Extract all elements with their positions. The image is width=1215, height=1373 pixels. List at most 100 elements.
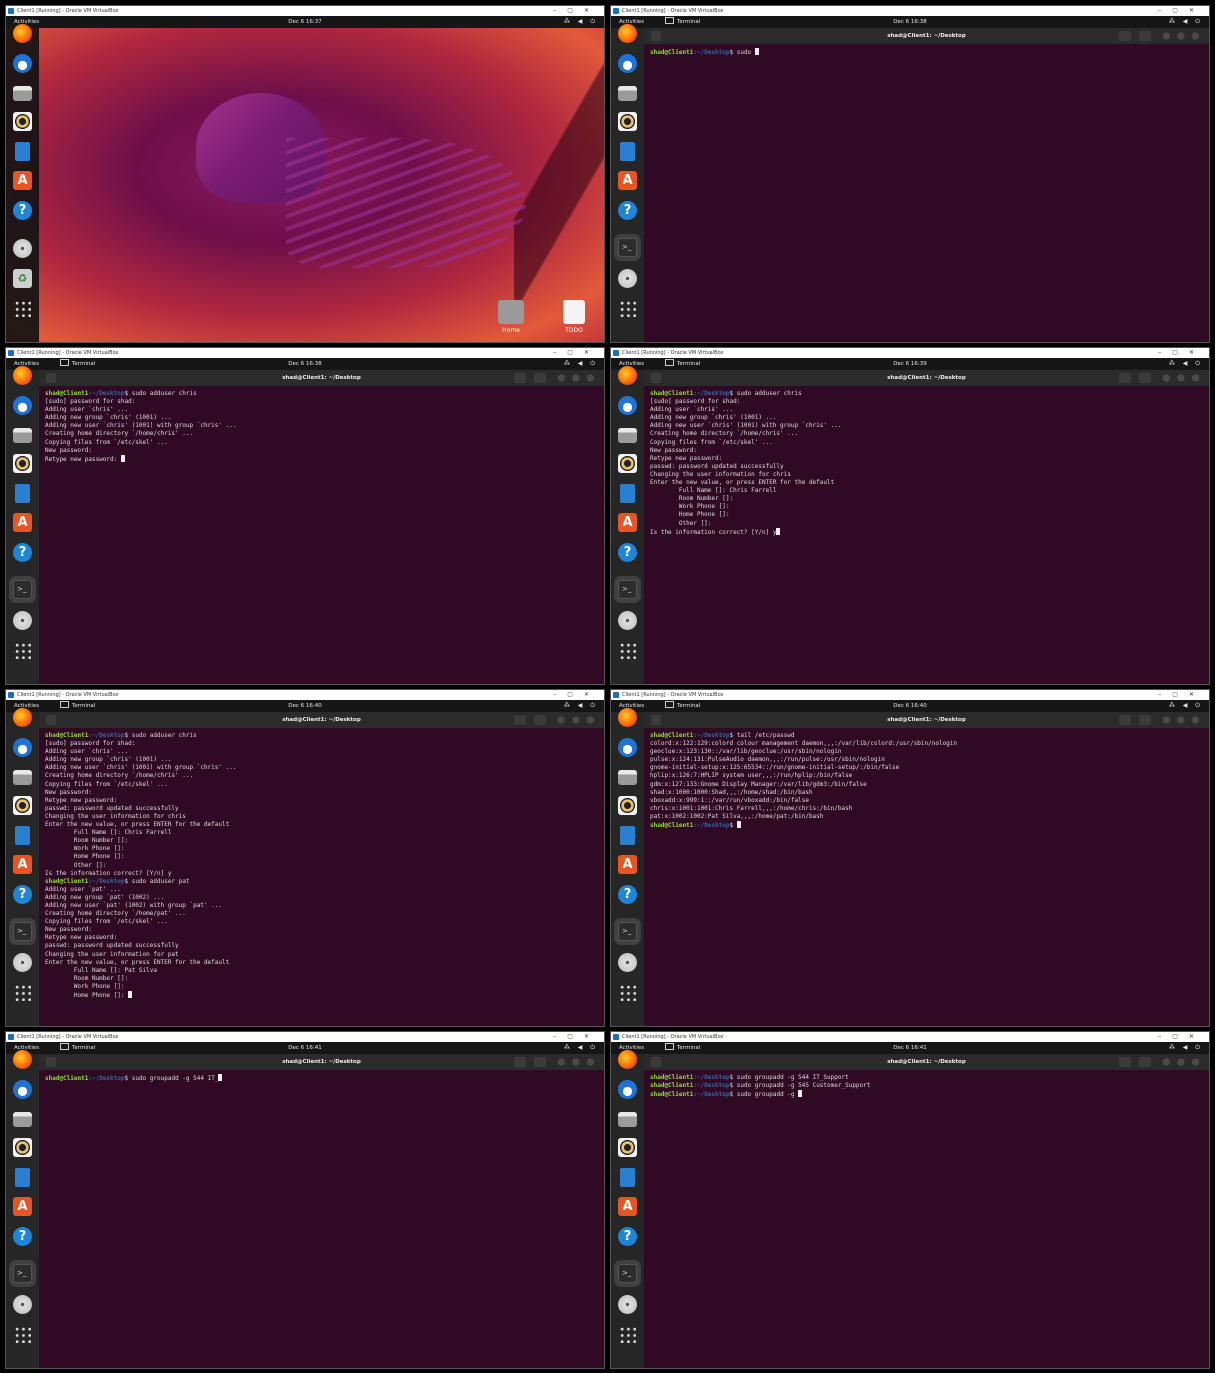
writer-icon[interactable] [15,1168,30,1187]
terminal-window-controls[interactable] [554,374,598,382]
thunderbird-icon[interactable] [13,738,32,757]
window-controls[interactable]: –▢✕ [553,1032,600,1042]
firefox-icon[interactable] [13,366,32,385]
app-grid-icon[interactable] [619,1326,636,1343]
terminal-window-controls[interactable] [554,716,598,724]
window-controls[interactable]: –▢✕ [1158,1032,1205,1042]
rhythmbox-icon[interactable] [13,1138,32,1157]
help-icon[interactable]: ? [618,201,637,220]
system-tray[interactable]: ⁂ ◀ ⏻ [1169,358,1203,370]
files-icon[interactable] [13,428,32,443]
app-center-icon[interactable]: A [13,171,32,190]
terminal-output[interactable]: shad@Client1:~/Desktop$ sudo groupadd -g… [39,1070,604,1087]
app-center-icon[interactable]: A [618,1197,637,1216]
files-icon[interactable] [13,86,32,101]
disc-icon[interactable] [13,1295,32,1314]
app-center-icon[interactable]: A [618,171,637,190]
menu-button[interactable] [534,715,546,725]
files-icon[interactable] [618,86,637,101]
system-tray[interactable]: ⁂ ◀ ⏻ [564,16,598,28]
thunderbird-icon[interactable] [13,1080,32,1099]
files-icon[interactable] [618,1112,637,1127]
system-tray[interactable]: ⁂ ◀ ⏻ [1169,700,1203,712]
terminal-window[interactable]: shad@Client1: ~/Desktop shad@Client1:~/De… [39,370,604,684]
clock[interactable]: Dec 6 16:40 [611,700,1209,712]
firefox-icon[interactable] [13,708,32,727]
clock[interactable]: Dec 6 16:38 [611,16,1209,28]
thunderbird-icon[interactable] [618,1080,637,1099]
terminal-icon[interactable]: >_ [618,1264,637,1283]
rhythmbox-icon[interactable] [618,796,637,815]
files-icon[interactable] [13,770,32,785]
terminal-window[interactable]: shad@Client1: ~/Desktop shad@Client1:~/De… [39,1054,604,1368]
search-button[interactable] [1119,715,1131,725]
firefox-icon[interactable] [618,1050,637,1069]
terminal-window[interactable]: shad@Client1: ~/Desktop shad@Client1:~/De… [644,712,1209,1026]
app-grid-icon[interactable] [14,1326,31,1343]
new-tab-button[interactable] [46,715,56,725]
search-button[interactable] [1119,1057,1131,1067]
window-controls[interactable]: –▢✕ [553,690,600,700]
terminal-output[interactable]: shad@Client1:~/Desktop$ tail /etc/passwd… [644,728,1209,834]
clock[interactable]: Dec 6 16:38 [6,358,604,370]
trash-icon[interactable]: ♻ [13,269,32,288]
rhythmbox-icon[interactable] [618,454,637,473]
writer-icon[interactable] [620,142,635,161]
search-button[interactable] [1119,373,1131,383]
window-controls[interactable]: –▢✕ [553,6,600,16]
writer-icon[interactable] [15,142,30,161]
menu-button[interactable] [534,1057,546,1067]
app-center-icon[interactable]: A [618,513,637,532]
app-grid-icon[interactable] [14,642,31,659]
window-controls[interactable]: –▢✕ [1158,690,1205,700]
thunderbird-icon[interactable] [618,54,637,73]
firefox-icon[interactable] [618,708,637,727]
help-icon[interactable]: ? [13,543,32,562]
writer-icon[interactable] [620,826,635,845]
menu-button[interactable] [1139,31,1151,41]
writer-icon[interactable] [15,484,30,503]
terminal-window-controls[interactable] [1159,1058,1203,1066]
window-controls[interactable]: –▢✕ [553,348,600,358]
clock[interactable]: Dec 6 16:39 [611,358,1209,370]
new-tab-button[interactable] [651,1057,661,1067]
rhythmbox-icon[interactable] [13,796,32,815]
rhythmbox-icon[interactable] [618,112,637,131]
help-icon[interactable]: ? [618,1227,637,1246]
desktop-icon-todo[interactable]: TODO [551,300,597,334]
menu-button[interactable] [1139,715,1151,725]
terminal-icon[interactable]: >_ [13,922,32,941]
app-center-icon[interactable]: A [13,855,32,874]
system-tray[interactable]: ⁂ ◀ ⏻ [1169,16,1203,28]
rhythmbox-icon[interactable] [13,112,32,131]
files-icon[interactable] [618,770,637,785]
thunderbird-icon[interactable] [618,396,637,415]
menu-button[interactable] [1139,373,1151,383]
new-tab-button[interactable] [46,373,56,383]
app-center-icon[interactable]: A [13,1197,32,1216]
terminal-output[interactable]: shad@Client1:~/Desktop$ sudo adduser chr… [39,728,604,1004]
desktop-icon-home[interactable]: Home [488,300,534,334]
system-tray[interactable]: ⁂ ◀ ⏻ [564,1042,598,1054]
terminal-output[interactable]: shad@Client1:~/Desktop$ sudo [644,44,1209,61]
app-center-icon[interactable]: A [13,513,32,532]
terminal-icon[interactable]: >_ [13,580,32,599]
terminal-output[interactable]: shad@Client1:~/Desktop$ sudo groupadd -g… [644,1070,1209,1103]
terminal-icon[interactable]: >_ [618,922,637,941]
terminal-output[interactable]: shad@Client1:~/Desktop$ sudo adduser chr… [39,386,604,468]
help-icon[interactable]: ? [618,885,637,904]
terminal-window[interactable]: shad@Client1: ~/Desktop shad@Client1:~/De… [39,712,604,1026]
terminal-window-controls[interactable] [554,1058,598,1066]
new-tab-button[interactable] [46,1057,56,1067]
terminal-window-controls[interactable] [1159,32,1203,40]
app-grid-icon[interactable] [14,984,31,1001]
terminal-window[interactable]: shad@Client1: ~/Desktop shad@Client1:~/De… [644,370,1209,684]
app-grid-icon[interactable] [14,300,31,317]
app-grid-icon[interactable] [619,984,636,1001]
clock[interactable]: Dec 6 16:37 [6,16,604,28]
terminal-output[interactable]: shad@Client1:~/Desktop$ sudo adduser chr… [644,386,1209,541]
disc-icon[interactable] [618,1295,637,1314]
app-grid-icon[interactable] [619,642,636,659]
terminal-window[interactable]: shad@Client1: ~/Desktop shad@Client1:~/De… [644,1054,1209,1368]
disc-icon[interactable] [618,611,637,630]
